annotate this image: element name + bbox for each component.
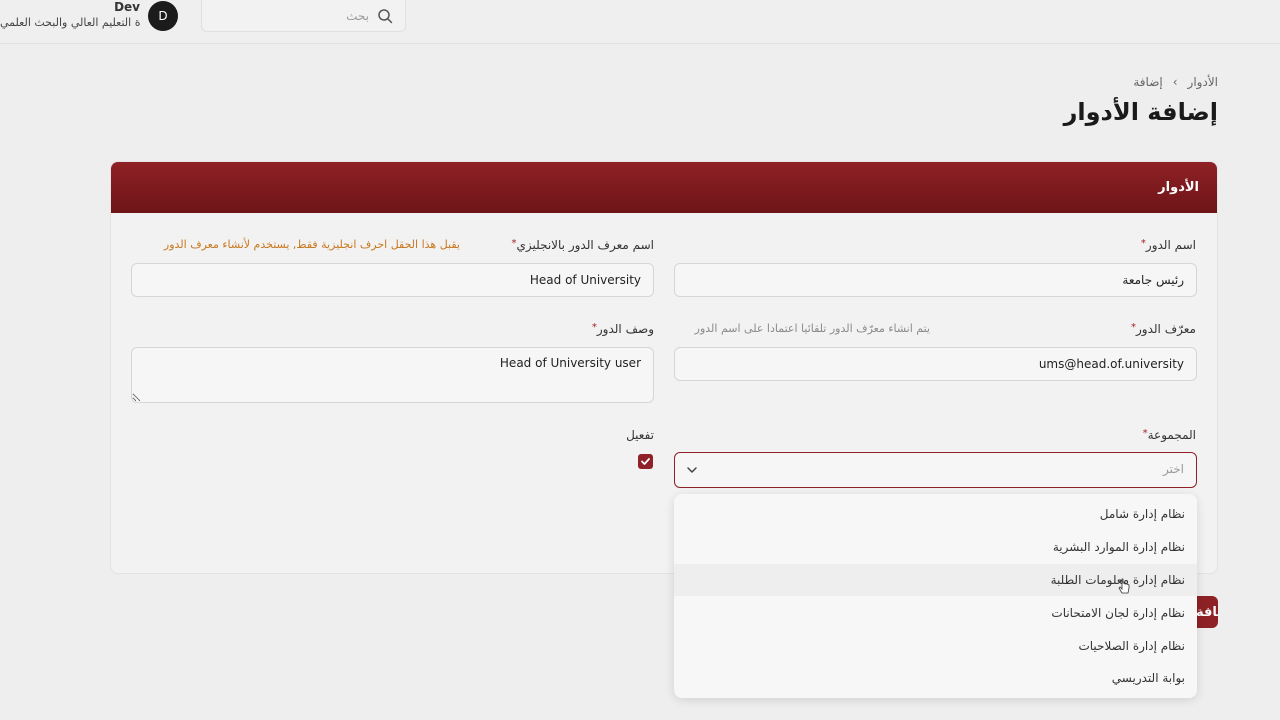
check-icon [641,458,650,465]
search-input[interactable] [219,8,369,23]
avatar[interactable]: D [148,1,178,31]
user-name: Dev [114,0,140,14]
activate-checkbox[interactable] [638,454,653,469]
chevron-left-icon: › [1172,75,1178,89]
breadcrumb-roles-link[interactable]: الأدوار [1188,75,1218,89]
group-label: المجموعة* [1142,428,1196,442]
dropdown-option[interactable]: نظام إدارة شامل [674,498,1197,531]
role-name-input[interactable] [674,263,1197,297]
role-identifier-label: معرّف الدور* [1131,322,1196,336]
group-dropdown-menu: نظام إدارة شامل نظام إدارة الموارد البشر… [674,494,1197,698]
role-id-en-input[interactable] [131,263,654,297]
search-box[interactable] [201,0,406,32]
card-header: الأدوار [111,162,1217,213]
role-description-label: وصف الدور* [591,322,654,336]
pointer-cursor-icon [1118,578,1130,594]
role-identifier-input[interactable] [674,347,1197,381]
top-bar: Dev وزارة التعليم العالي والبحث العلمي D [0,0,1280,44]
user-organization: وزارة التعليم العالي والبحث العلمي [0,16,140,29]
breadcrumb: الأدوار › إضافة [1133,75,1218,89]
role-description-textarea[interactable]: Head of University user [131,347,654,403]
group-select-placeholder: اختر [1163,462,1184,476]
dropdown-option[interactable]: نظام إدارة لجان الامتحانات [674,596,1197,629]
group-select[interactable]: اختر [674,452,1197,488]
submit-button[interactable]: إضافة [1196,596,1218,628]
page-title: إضافة الأدوار [1063,98,1218,126]
dropdown-option[interactable]: بوابة التدريسي [674,662,1197,695]
dropdown-option[interactable]: نظام إدارة الصلاحيات [674,629,1197,662]
chevron-down-icon [687,467,697,473]
activate-label: تفعيل [626,428,654,442]
dropdown-option[interactable]: نظام إدارة الموارد البشرية [674,531,1197,564]
breadcrumb-current: إضافة [1133,75,1163,89]
role-id-en-label: اسم معرف الدور بالانجليزي* [511,238,654,252]
search-icon [378,8,393,23]
role-identifier-hint: يتم انشاء معرّف الدور تلقائيا اعتمادا عل… [694,322,930,335]
role-id-en-hint: يقبل هذا الحقل احرف انجليزية فقط, يستخدم… [163,238,460,251]
role-name-label: اسم الدور* [1140,238,1196,252]
